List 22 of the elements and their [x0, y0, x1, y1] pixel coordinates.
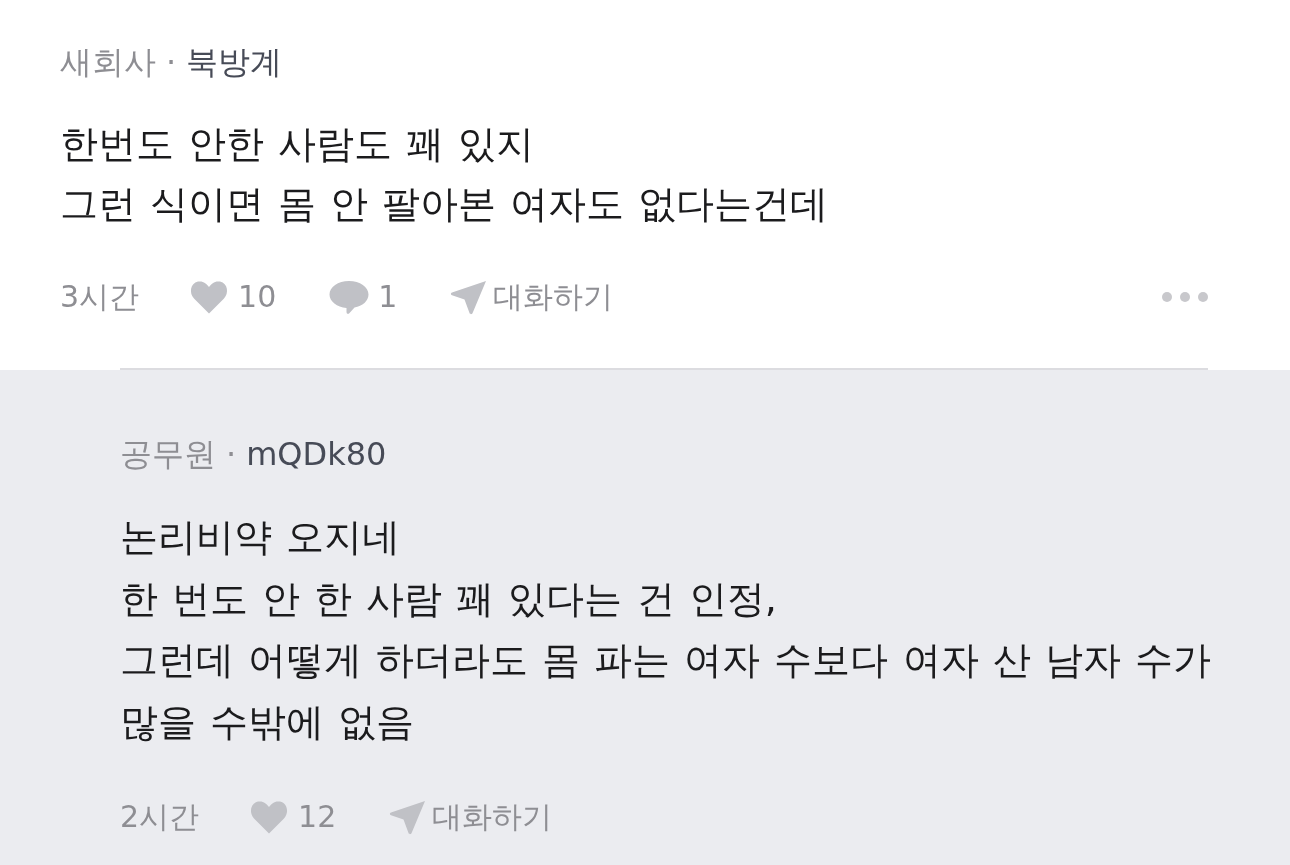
heart-icon: [189, 280, 230, 314]
comment-text: 논리비약 오지네 한 번도 안 한 사람 꽤 있다는 건 인정, 그런데 어떻게 하더라도 몸 파는 여자 수보다 여자 산 남자 수가 많을 수밖에 없음: [120, 514, 1212, 746]
nickname: 북방계: [186, 43, 283, 81]
chat-button[interactable]: 대화하기: [450, 277, 614, 317]
like-button[interactable]: 10: [189, 277, 277, 317]
like-button[interactable]: 12: [249, 797, 337, 837]
speech-bubble-icon: [329, 279, 370, 315]
separator-text: ·: [226, 435, 237, 473]
comment-text: 한번도 안한 사람도 꽤 있지 그런 식이면 몸 안 팔아본 여자도 없다는건데: [60, 121, 830, 228]
heart-icon: [249, 800, 290, 834]
paper-plane-icon: [450, 279, 488, 315]
more-icon: [1162, 292, 1208, 302]
paper-plane-icon: [389, 799, 427, 835]
separator-text: ·: [166, 43, 177, 81]
nickname: mQDk80: [246, 435, 387, 473]
timestamp: 2시간: [120, 798, 200, 836]
company-name: 새회사: [60, 43, 156, 81]
reply-count-button[interactable]: 1: [329, 277, 398, 317]
timestamp: 3시간: [60, 278, 140, 316]
company-name: 공무원: [120, 435, 216, 473]
more-button[interactable]: [1162, 292, 1208, 302]
chat-button[interactable]: 대화하기: [389, 797, 553, 837]
